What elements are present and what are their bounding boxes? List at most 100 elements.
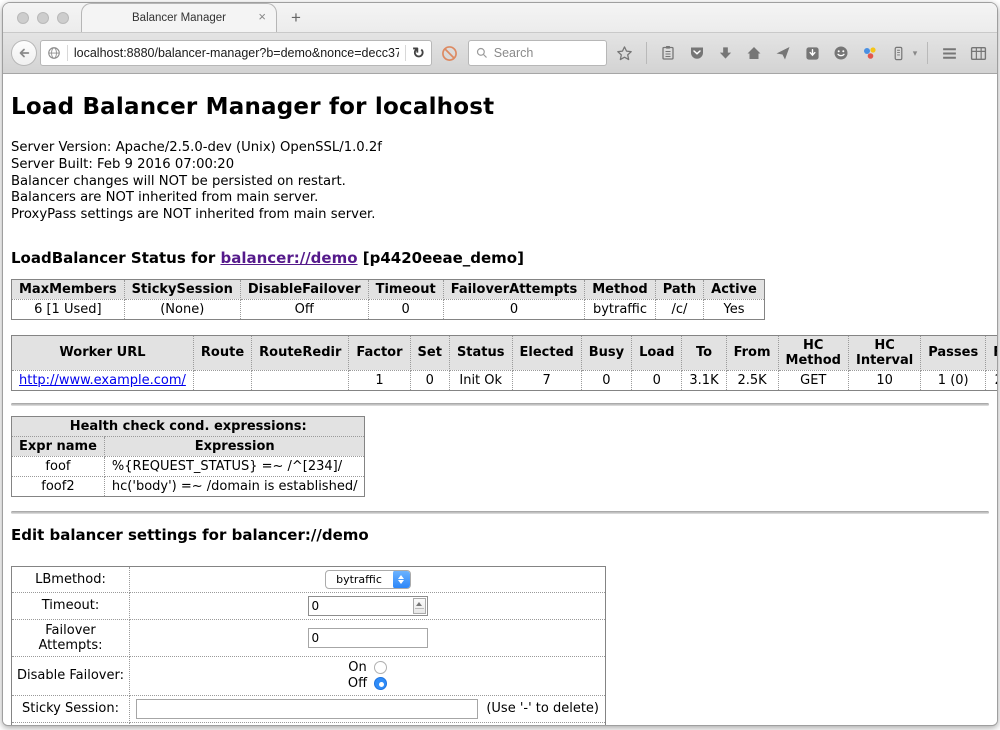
column-header: StickySession	[124, 279, 240, 299]
radio-off-label: Off	[348, 676, 367, 692]
minimize-window-button[interactable]	[37, 12, 49, 24]
column-header: FailoverAttempts	[443, 279, 585, 299]
column-header: RouteRedir	[252, 335, 349, 370]
column-header: From	[726, 335, 778, 370]
failover-attempts-value: 0	[309, 631, 427, 645]
loadbalancer-status-heading: LoadBalancer Status for balancer://demo …	[11, 249, 989, 267]
table-cell: Yes	[704, 299, 765, 319]
table-cell: 10	[848, 370, 920, 390]
search-icon	[476, 47, 488, 59]
close-window-button[interactable]	[17, 12, 29, 24]
balancer-status-table: MaxMembersStickySessionDisableFailoverTi…	[11, 279, 765, 320]
table-cell: Off	[240, 299, 368, 319]
tab-bar: Balancer Manager × +	[3, 3, 997, 33]
column-header: DisableFailover	[240, 279, 368, 299]
save-page-icon[interactable]	[801, 42, 823, 64]
lbmethod-select[interactable]: bytraffic	[325, 570, 411, 589]
search-placeholder: Search	[494, 46, 534, 60]
failover-attempts-input[interactable]: 0	[308, 628, 428, 648]
table-cell: foof	[12, 456, 105, 476]
sticky-session-input[interactable]	[136, 699, 478, 719]
tab-groups-icon[interactable]	[967, 42, 989, 64]
table-cell: hc('body') =~ /domain is established/	[104, 476, 365, 496]
table-cell: Init Ok	[449, 370, 512, 390]
table-cell	[193, 370, 251, 390]
table-row: 6 [1 Used](None)Off00bytraffic/c/Yes	[12, 299, 765, 319]
column-header: Route	[193, 335, 251, 370]
reload-button[interactable]: ↻	[412, 46, 425, 61]
table-cell: (None)	[124, 299, 240, 319]
table-cell: 2 (0)	[986, 370, 997, 390]
timeout-input[interactable]: 0	[308, 596, 428, 616]
table-row: foof%{REQUEST_STATUS} =~ /^[234]/	[12, 456, 365, 476]
column-header: HC Method	[778, 335, 848, 370]
bookmark-star-icon[interactable]	[614, 42, 636, 64]
extension-colordots-icon[interactable]	[859, 42, 881, 64]
zoom-window-button[interactable]	[57, 12, 69, 24]
downloads-icon[interactable]	[715, 42, 737, 64]
table-row: http://www.example.com/10Init Ok7003.1K2…	[12, 370, 998, 390]
table-cell: %{REQUEST_STATUS} =~ /^[234]/	[104, 456, 365, 476]
radio-on-label: On	[348, 660, 366, 676]
column-header: Expression	[104, 436, 365, 456]
status-heading-suffix: [p4420eeae_demo]	[358, 249, 524, 267]
notes-panel-icon[interactable]	[888, 42, 910, 64]
reading-list-icon[interactable]	[657, 42, 679, 64]
tracking-blocked-icon[interactable]	[439, 42, 461, 64]
lbmethod-label: LBmethod:	[12, 566, 130, 592]
disable-failover-on-radio[interactable]	[374, 661, 387, 674]
search-bar[interactable]: Search	[468, 40, 607, 66]
table-cell: 2.5K	[726, 370, 778, 390]
worker-url-link[interactable]: http://www.example.com/	[19, 373, 186, 388]
pocket-icon[interactable]	[686, 42, 708, 64]
tab-balancer-manager[interactable]: Balancer Manager ×	[81, 3, 277, 32]
inherit-note: Balancers are NOT inherited from main se…	[11, 190, 989, 207]
column-header: Worker URL	[12, 335, 194, 370]
add-worker-label: Add New Worker:	[12, 722, 130, 726]
timeout-value: 0	[309, 599, 413, 613]
disable-failover-off-radio[interactable]	[374, 677, 387, 690]
sticky-session-hint: (Use '-' to delete)	[486, 701, 599, 716]
page-title: Load Balancer Manager for localhost	[11, 74, 989, 120]
disable-failover-label: Disable Failover:	[12, 656, 130, 695]
send-tab-icon[interactable]	[772, 42, 794, 64]
navigation-toolbar: localhost:8880/balancer-manager?b=demo&n…	[3, 33, 997, 74]
table-cell: bytraffic	[585, 299, 655, 319]
status-heading-prefix: LoadBalancer Status for	[11, 249, 220, 267]
tab-close-icon[interactable]: ×	[258, 10, 266, 24]
feedback-smiley-icon[interactable]	[830, 42, 852, 64]
back-button[interactable]	[11, 40, 37, 66]
column-header: Expr name	[12, 436, 105, 456]
table-cell: http://www.example.com/	[12, 370, 194, 390]
url-bar[interactable]: localhost:8880/balancer-manager?b=demo&n…	[40, 40, 432, 66]
timeout-label: Timeout:	[12, 592, 130, 619]
table-cell: 0	[410, 370, 449, 390]
table-cell: GET	[778, 370, 848, 390]
server-version: Server Version: Apache/2.5.0-dev (Unix) …	[11, 140, 989, 157]
column-header: Method	[585, 279, 655, 299]
table-cell	[252, 370, 349, 390]
proxypass-note: ProxyPass settings are NOT inherited fro…	[11, 207, 989, 224]
table-title: Health check cond. expressions:	[12, 416, 365, 436]
balancer-demo-link[interactable]: balancer://demo	[220, 249, 357, 267]
failover-attempts-label: Failover Attempts:	[12, 619, 130, 656]
table-cell: 0	[632, 370, 682, 390]
column-header: To	[682, 335, 726, 370]
column-header: HC Interval	[848, 335, 920, 370]
column-header: Path	[655, 279, 703, 299]
url-text[interactable]: localhost:8880/balancer-manager?b=demo&n…	[74, 46, 399, 60]
menu-hamburger-icon[interactable]	[938, 42, 960, 64]
number-spinner-icon[interactable]	[413, 598, 426, 614]
window-controls	[17, 12, 69, 24]
urlbar-divider	[67, 45, 68, 61]
chevron-down-icon[interactable]: ▾	[913, 48, 918, 59]
column-header: MaxMembers	[12, 279, 125, 299]
divider	[11, 403, 989, 406]
globe-icon	[47, 46, 61, 60]
table-row: foof2hc('body') =~ /domain is establishe…	[12, 476, 365, 496]
new-tab-button[interactable]: +	[277, 8, 313, 32]
table-cell: 1	[349, 370, 410, 390]
back-arrow-icon	[17, 46, 31, 60]
select-stepper-icon	[393, 570, 410, 589]
home-icon[interactable]	[744, 42, 766, 64]
